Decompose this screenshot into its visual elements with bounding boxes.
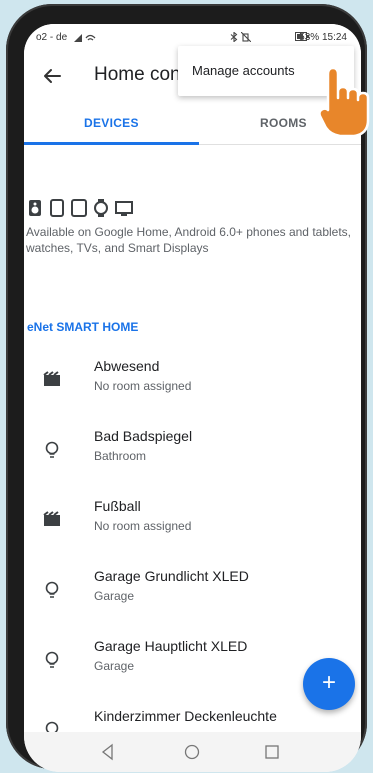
add-device-button[interactable]: + <box>303 658 355 710</box>
availability-text: Available on Google Home, Android 6.0+ p… <box>26 225 352 255</box>
device-room: Garage <box>94 659 135 673</box>
list-item-bad-badspiegel[interactable]: Bad Badspiegel Bathroom <box>24 422 361 492</box>
list-item-garage-grundlicht[interactable]: Garage Grundlicht XLED Garage <box>24 562 361 632</box>
device-room: Garage <box>94 589 135 603</box>
list-item-fussball[interactable]: Fußball No room assigned <box>24 492 361 562</box>
tab-indicator <box>24 142 199 145</box>
battery-icon <box>295 32 309 41</box>
signal-icon <box>74 34 96 42</box>
tab-devices[interactable]: DEVICES <box>84 116 139 130</box>
bluetooth-icon <box>230 32 238 42</box>
navigation-bar <box>24 732 361 772</box>
pointer-hand-icon <box>318 66 370 138</box>
carrier-label: o2 - de <box>36 32 68 43</box>
device-name: Abwesend <box>94 358 160 374</box>
device-name: Kinderzimmer Deckenleuchte <box>94 708 277 724</box>
device-name: Garage Hauptlicht XLED <box>94 638 248 654</box>
tab-rooms[interactable]: ROOMS <box>260 116 307 130</box>
section-title: eNet SMART HOME <box>27 320 139 334</box>
lightbulb-icon <box>45 581 59 598</box>
device-name: Fußball <box>94 498 141 514</box>
tab-bar: DEVICES ROOMS <box>24 108 361 145</box>
phone-icon <box>71 199 87 217</box>
watch-icon <box>94 199 108 217</box>
supported-devices-icons <box>26 199 134 221</box>
tv-icon <box>115 201 133 216</box>
screen: o2 - de 53% 15:24 Home con DEVICES ROOMS… <box>24 24 361 772</box>
speaker-icon <box>29 200 41 216</box>
scene-icon <box>43 511 60 526</box>
scene-icon <box>43 371 60 386</box>
recents-nav-icon[interactable] <box>262 742 282 762</box>
device-list: Abwesend No room assigned Bad Badspiegel… <box>24 352 361 772</box>
list-item-abwesend[interactable]: Abwesend No room assigned <box>24 352 361 422</box>
back-arrow-icon[interactable] <box>40 64 64 88</box>
mute-icon <box>241 32 251 42</box>
phone-frame: o2 - de 53% 15:24 Home con DEVICES ROOMS… <box>6 4 367 772</box>
page-title: Home con <box>94 64 181 85</box>
lightbulb-icon <box>45 651 59 668</box>
plus-icon: + <box>321 669 336 696</box>
tablet-icon <box>50 199 64 217</box>
device-room: Bathroom <box>94 449 147 463</box>
back-nav-icon[interactable] <box>98 742 118 762</box>
lightbulb-icon <box>45 441 59 458</box>
manage-accounts-menu-item[interactable]: Manage accounts <box>192 63 295 78</box>
device-name: Bad Badspiegel <box>94 428 193 444</box>
device-name: Garage Grundlicht XLED <box>94 568 249 584</box>
home-nav-icon[interactable] <box>182 742 202 762</box>
device-room: No room assigned <box>94 379 192 393</box>
device-room: No room assigned <box>94 519 192 533</box>
